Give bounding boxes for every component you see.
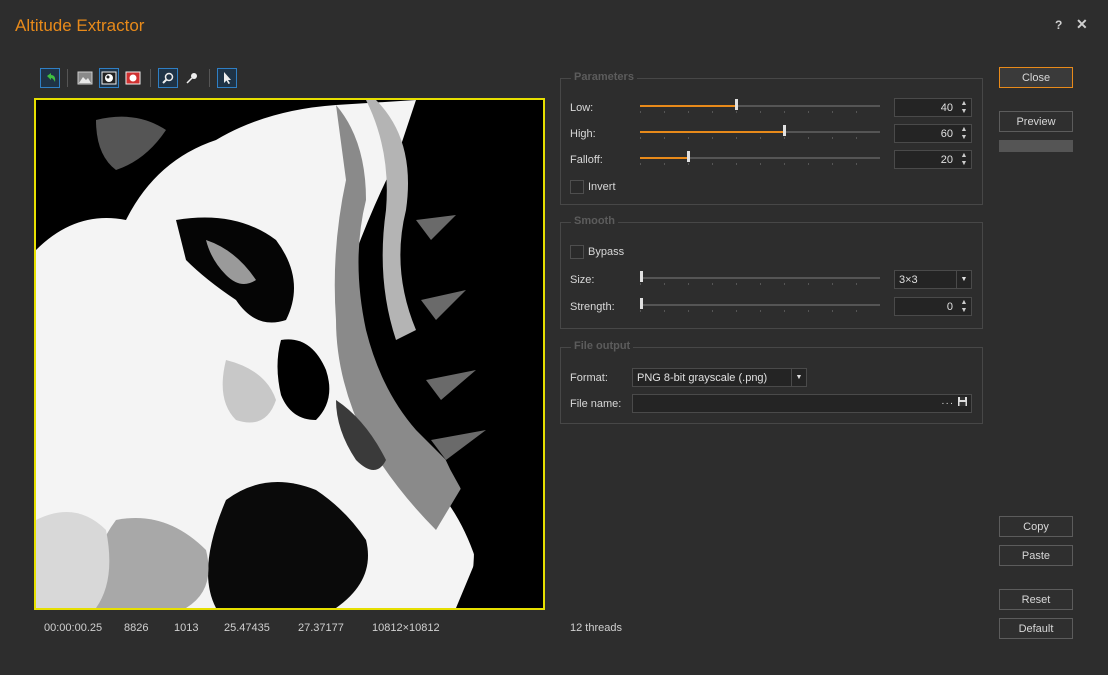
falloff-up-arrow[interactable]: ▲ <box>959 152 969 160</box>
preview-button[interactable]: Preview <box>999 111 1073 132</box>
low-slider[interactable] <box>640 99 880 113</box>
pointer-icon[interactable] <box>217 68 237 88</box>
filename-label: File name: <box>570 398 622 410</box>
reset-button[interactable]: Reset <box>999 589 1073 610</box>
toolbar <box>40 67 237 89</box>
size-select[interactable]: 3×3 ▼ <box>894 270 972 289</box>
strength-down-arrow[interactable]: ▼ <box>959 307 969 315</box>
falloff-slider[interactable] <box>640 151 880 165</box>
eyedropper-icon[interactable] <box>182 68 202 88</box>
save-icon[interactable] <box>958 397 967 409</box>
bypass-checkbox[interactable] <box>570 245 584 259</box>
filename-field[interactable]: ··· <box>632 394 972 413</box>
falloff-stepper[interactable]: 20 ▲ ▼ <box>894 150 972 169</box>
window-title: Altitude Extractor <box>15 16 145 35</box>
progress-bar <box>999 140 1073 152</box>
bypass-label: Bypass <box>588 246 625 258</box>
low-down-arrow[interactable]: ▼ <box>959 108 969 116</box>
image-icon[interactable] <box>75 68 95 88</box>
strength-value: 0 <box>946 301 953 313</box>
file-output-title: File output <box>571 340 634 352</box>
paste-button[interactable]: Paste <box>999 545 1073 566</box>
toolbar-separator <box>150 69 151 87</box>
image-red-icon[interactable] <box>123 68 143 88</box>
chevron-down-icon[interactable]: ▼ <box>956 271 971 288</box>
falloff-label: Falloff: <box>570 154 603 166</box>
strength-slider[interactable] <box>640 298 880 312</box>
low-label: Low: <box>570 102 594 114</box>
heightmap-preview[interactable] <box>34 98 545 610</box>
size-slider-thumb[interactable] <box>640 271 643 282</box>
stat-time: 00:00:00.25 <box>44 622 103 634</box>
format-select[interactable]: PNG 8-bit grayscale (.png) ▼ <box>632 368 807 387</box>
low-up-arrow[interactable]: ▲ <box>959 100 969 108</box>
strength-label: Strength: <box>570 301 615 313</box>
stat-value-2: 1013 <box>174 622 199 634</box>
parameters-group: Parameters Low: 40 ▲ ▼ High: 60 ▲ ▼ Fall… <box>560 71 983 205</box>
invert-checkbox[interactable] <box>570 180 584 194</box>
parameters-title: Parameters <box>571 71 637 83</box>
undo-icon[interactable] <box>40 68 60 88</box>
falloff-down-arrow[interactable]: ▼ <box>959 160 969 168</box>
size-label: Size: <box>570 274 595 286</box>
close-window-button[interactable]: ✕ <box>1076 16 1088 33</box>
smooth-group: Smooth Bypass Size: 3×3 ▼ Strength: 0 ▲ … <box>560 215 983 329</box>
threads-label: 12 threads <box>570 622 622 634</box>
toolbar-separator <box>67 69 68 87</box>
format-value: PNG 8-bit grayscale (.png) <box>637 372 768 384</box>
stat-value-1: 8826 <box>124 622 149 634</box>
high-slider-thumb[interactable] <box>783 125 786 136</box>
high-stepper[interactable]: 60 ▲ ▼ <box>894 124 972 143</box>
smooth-title: Smooth <box>571 215 618 227</box>
browse-button[interactable]: ··· <box>941 398 954 409</box>
chevron-down-icon[interactable]: ▼ <box>791 369 806 386</box>
help-button[interactable]: ? <box>1055 18 1062 32</box>
stat-value-3: 25.47435 <box>224 622 270 634</box>
strength-up-arrow[interactable]: ▲ <box>959 299 969 307</box>
stat-dimensions: 10812×10812 <box>372 622 440 634</box>
default-button[interactable]: Default <box>999 618 1073 639</box>
low-value: 40 <box>940 102 953 114</box>
strength-stepper[interactable]: 0 ▲ ▼ <box>894 297 972 316</box>
format-label: Format: <box>570 372 608 384</box>
low-stepper[interactable]: 40 ▲ ▼ <box>894 98 972 117</box>
stat-value-4: 27.37177 <box>298 622 344 634</box>
high-slider[interactable] <box>640 125 880 139</box>
falloff-slider-thumb[interactable] <box>687 151 690 162</box>
invert-label: Invert <box>588 181 616 193</box>
zoom-icon[interactable] <box>158 68 178 88</box>
falloff-value: 20 <box>940 154 953 166</box>
image-mask-icon[interactable] <box>99 68 119 88</box>
size-value: 3×3 <box>899 274 918 286</box>
high-value: 60 <box>940 128 953 140</box>
low-slider-thumb[interactable] <box>735 99 738 110</box>
toolbar-separator <box>209 69 210 87</box>
high-up-arrow[interactable]: ▲ <box>959 126 969 134</box>
heightmap-image <box>36 100 543 608</box>
copy-button[interactable]: Copy <box>999 516 1073 537</box>
high-slider-fill <box>640 131 784 133</box>
close-button[interactable]: Close <box>999 67 1073 88</box>
high-label: High: <box>570 128 596 140</box>
size-slider[interactable] <box>640 271 880 285</box>
high-down-arrow[interactable]: ▼ <box>959 134 969 142</box>
strength-slider-thumb[interactable] <box>640 298 643 309</box>
falloff-slider-fill <box>640 157 688 159</box>
low-slider-fill <box>640 105 736 107</box>
file-output-group: File output Format: PNG 8-bit grayscale … <box>560 340 983 424</box>
